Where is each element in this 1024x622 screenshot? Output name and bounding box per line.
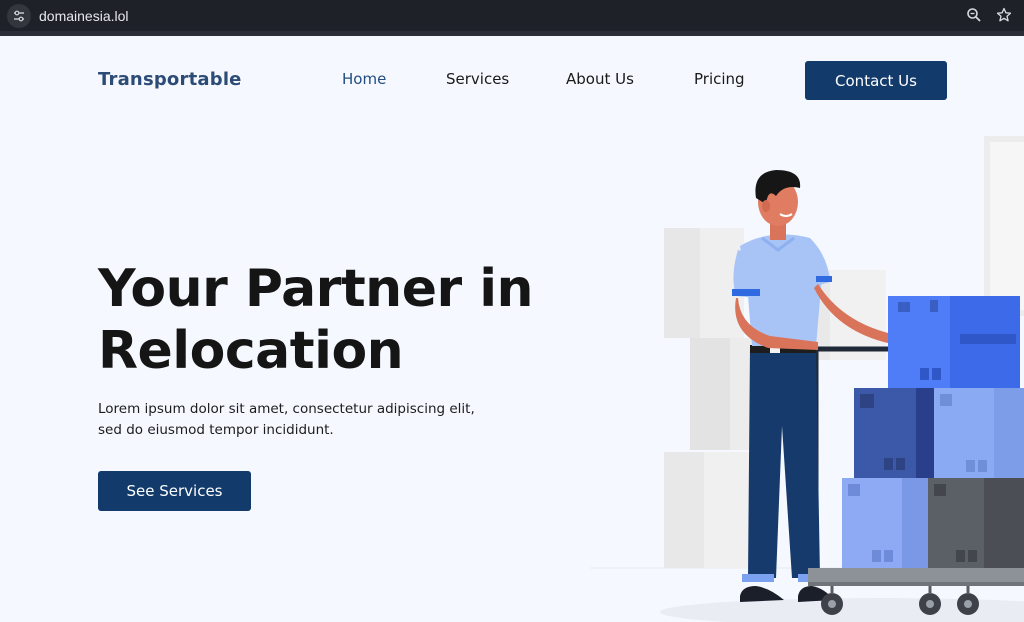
- see-services-button[interactable]: See Services: [98, 471, 251, 511]
- hero-illustration: [590, 136, 1024, 622]
- web-page: Transportable Home Services About Us Pri…: [0, 36, 1024, 622]
- browser-toolbar: domainesia.lol: [0, 0, 1024, 31]
- nav-services[interactable]: Services: [446, 70, 509, 88]
- hero-subtitle: Lorem ipsum dolor sit amet, consectetur …: [98, 399, 498, 441]
- bookmark-star-icon[interactable]: [994, 5, 1014, 25]
- site-settings-icon[interactable]: [7, 3, 31, 28]
- address-bar-url[interactable]: domainesia.lol: [39, 8, 129, 24]
- nav-pricing[interactable]: Pricing: [694, 70, 745, 88]
- nav-home[interactable]: Home: [342, 70, 386, 88]
- nav-about-us[interactable]: About Us: [566, 70, 634, 88]
- hero-subtitle-line-2: sed do eiusmod tempor incididunt.: [98, 422, 334, 438]
- hero-subtitle-line-1: Lorem ipsum dolor sit amet, consectetur …: [98, 401, 475, 417]
- hero-title-line-1: Your Partner in: [98, 259, 534, 319]
- hero-title: Your Partner in Relocation: [98, 258, 578, 382]
- site-logo[interactable]: Transportable: [98, 69, 242, 90]
- hero-title-line-2: Relocation: [98, 321, 404, 381]
- zoom-icon[interactable]: [964, 5, 984, 25]
- contact-us-button[interactable]: Contact Us: [805, 61, 947, 100]
